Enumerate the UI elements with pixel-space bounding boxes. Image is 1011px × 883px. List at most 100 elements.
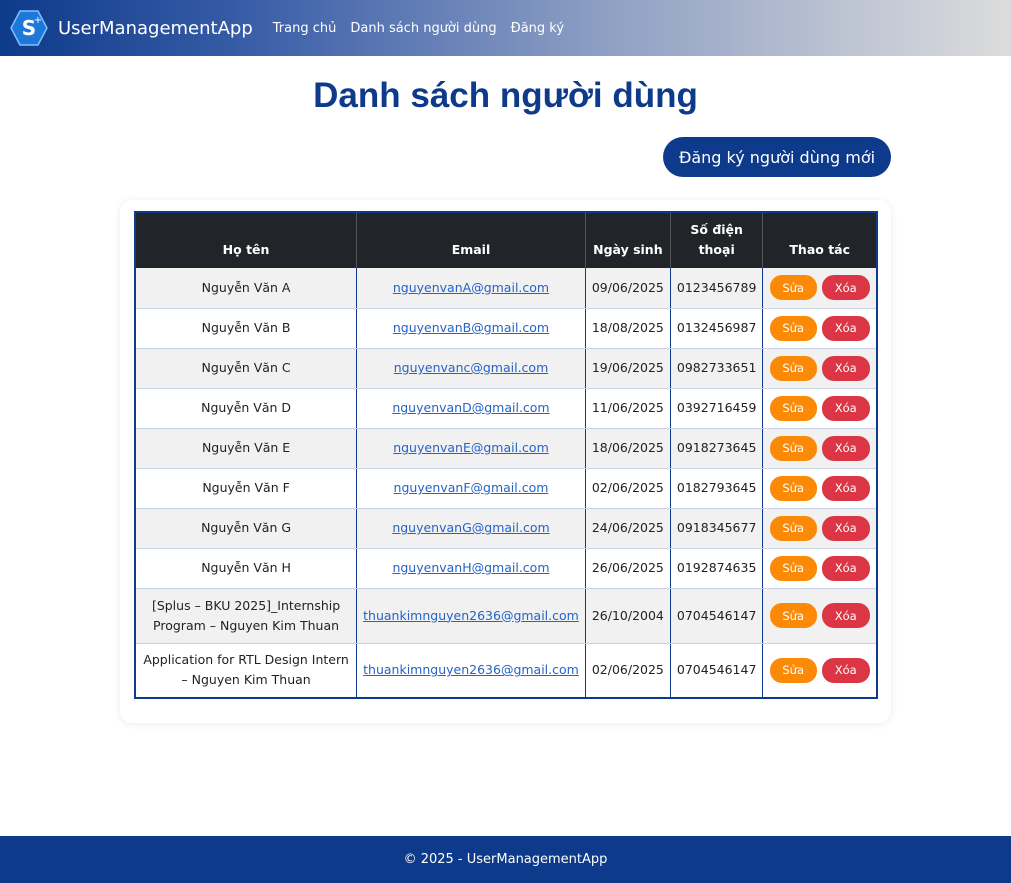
brand-name[interactable]: UserManagementApp — [58, 18, 253, 39]
user-phone-cell: 0704546147 — [670, 588, 764, 644]
actions-cell: Sửa Xóa — [762, 388, 878, 429]
edit-button[interactable]: Sửa — [769, 475, 817, 501]
user-name-cell: Nguyễn Văn E — [135, 428, 358, 469]
user-name: Nguyễn Văn G — [201, 520, 292, 535]
nav-link-home[interactable]: Trang chủ — [273, 21, 337, 36]
user-phone: 0918273645 — [676, 440, 757, 455]
user-email-link-cell: nguyenvanD@gmail.com — [356, 388, 586, 429]
header-dob: Ngày sinh — [585, 212, 671, 268]
user-phone-cell: 0123456789 — [670, 268, 764, 309]
user-email-link-cell: nguyenvanc@gmail.com — [356, 348, 586, 389]
user-email-link[interactable]: nguyenvanE@gmail.com — [393, 440, 549, 455]
actions-cell: Sửa Xóa — [762, 508, 878, 549]
delete-button[interactable]: Xóa — [821, 603, 870, 628]
user-name-cell: Nguyễn Văn C — [135, 348, 358, 389]
user-dob: 02/06/2025 — [591, 662, 664, 678]
delete-button[interactable]: Xóa — [821, 515, 870, 541]
delete-button[interactable]: Xóa — [821, 435, 870, 461]
user-name-cell: Nguyễn Văn G — [135, 508, 358, 549]
user-dob-cell: 11/06/2025 — [585, 388, 671, 429]
user-email-link[interactable]: nguyenvanB@gmail.com — [393, 320, 549, 335]
user-dob: 18/06/2025 — [591, 440, 664, 455]
user-email-link[interactable]: nguyenvanF@gmail.com — [394, 480, 549, 495]
delete-button[interactable]: Xóa — [821, 395, 870, 421]
user-phone: 0704546147 — [676, 662, 757, 678]
table-row: Nguyễn Văn D nguyenvanD@gmail.com 11/06/20… — [135, 388, 878, 429]
edit-button[interactable]: Sửa — [769, 275, 817, 301]
user-name: Nguyễn Văn C — [201, 360, 291, 375]
user-dob-cell: 09/06/2025 — [585, 268, 671, 309]
edit-button[interactable]: Sửa — [769, 315, 817, 341]
header-name: Họ tên — [135, 212, 358, 268]
user-dob: 26/10/2004 — [591, 607, 664, 623]
user-email-link[interactable]: thuankimnguyen2636@gmail.com — [363, 608, 579, 623]
delete-button[interactable]: Xóa — [821, 657, 870, 683]
edit-button[interactable]: Sửa — [769, 435, 817, 461]
register-new-user-button[interactable]: Đăng ký người dùng mới — [663, 137, 891, 177]
actions-cell: Sửa Xóa — [762, 468, 878, 509]
user-name-cell: Nguyễn Văn F — [135, 468, 358, 509]
user-email-link-cell: thuankimnguyen2636@gmail.com — [356, 588, 586, 644]
table-row: Nguyễn Văn B nguyenvanB@gmail.com 18/08/20… — [135, 308, 878, 349]
user-phone: 0132456987 — [676, 320, 757, 335]
user-email-link-cell: thuankimnguyen2636@gmail.com — [356, 643, 586, 699]
edit-button[interactable]: Sửa — [769, 395, 817, 421]
user-name: Nguyễn Văn H — [201, 560, 291, 575]
user-dob-cell: 26/10/2004 — [585, 588, 671, 644]
user-email-link[interactable]: nguyenvanc@gmail.com — [394, 360, 549, 375]
user-email-link-cell: nguyenvanF@gmail.com — [356, 468, 586, 509]
edit-button[interactable]: Sửa — [769, 355, 817, 381]
user-email-link-cell: nguyenvanH@gmail.com — [356, 548, 586, 589]
delete-button[interactable]: Xóa — [821, 315, 870, 341]
user-dob-cell: 02/06/2025 — [585, 468, 671, 509]
user-name: Nguyễn Văn B — [201, 320, 291, 335]
user-email-link[interactable]: thuankimnguyen2636@gmail.com — [363, 662, 579, 677]
user-dob: 26/06/2025 — [591, 560, 664, 575]
delete-button[interactable]: Xóa — [821, 275, 870, 301]
table-row: [Splus – BKU 2025]_Internship Program – … — [135, 588, 878, 644]
user-phone: 0982733651 — [676, 360, 757, 375]
edit-button[interactable]: Sửa — [769, 515, 817, 541]
nav-link-register[interactable]: Đăng ký — [511, 21, 564, 36]
table-row: Nguyễn Văn H nguyenvanH@gmail.com 26/06/20… — [135, 548, 878, 589]
user-name: Nguyễn Văn D — [201, 400, 292, 415]
svg-text:+: + — [34, 15, 42, 26]
user-name: Nguyễn Văn E — [201, 440, 291, 455]
user-phone-cell: 0182793645 — [670, 468, 764, 509]
user-email-link-cell: nguyenvanB@gmail.com — [356, 308, 586, 349]
user-name: Nguyễn Văn A — [201, 279, 291, 295]
edit-button[interactable]: Sửa — [769, 603, 817, 628]
user-email-link[interactable]: nguyenvanA@gmail.com — [393, 280, 549, 295]
nav-link-user-list[interactable]: Danh sách người dùng — [350, 21, 496, 36]
user-email-link[interactable]: nguyenvanH@gmail.com — [392, 560, 549, 575]
app-logo-icon[interactable]: S + — [10, 9, 48, 47]
user-name-cell: Application for RTL Design Intern – Nguy… — [135, 643, 358, 699]
user-phone-cell: 0918273645 — [670, 428, 764, 469]
actions-cell: Sửa Xóa — [762, 348, 878, 389]
delete-button[interactable]: Xóa — [821, 555, 870, 581]
user-email-link[interactable]: nguyenvanG@gmail.com — [392, 520, 549, 535]
user-name: [Splus – BKU 2025]_Internship Program – … — [151, 597, 341, 633]
user-email-link-cell: nguyenvanE@gmail.com — [356, 428, 586, 469]
delete-button[interactable]: Xóa — [821, 475, 870, 501]
user-email-link[interactable]: nguyenvanD@gmail.com — [392, 400, 549, 415]
user-dob-cell: 18/06/2025 — [585, 428, 671, 469]
actions-cell: Sửa Xóa — [762, 428, 878, 469]
user-phone: 0704546147 — [676, 607, 757, 623]
user-name: Nguyễn Văn F — [202, 480, 290, 495]
table-row: Nguyễn Văn F nguyenvanF@gmail.com 02/06/20… — [135, 468, 878, 509]
footer-text: © 2025 - UserManagementApp — [403, 852, 608, 867]
actions-cell: Sửa Xóa — [762, 643, 878, 699]
actions-cell: Sửa Xóa — [762, 268, 878, 309]
user-dob: 18/08/2025 — [591, 320, 664, 335]
user-dob-cell: 18/08/2025 — [585, 308, 671, 349]
table-row: Application for RTL Design Intern – Nguy… — [135, 643, 878, 699]
table-header-row: Họ tên Email Ngày sinh Số điện thoại Tha… — [135, 212, 878, 268]
user-table: Họ tên Email Ngày sinh Số điện thoại Tha… — [134, 211, 878, 699]
user-phone-cell: 0918345677 — [670, 508, 764, 549]
edit-button[interactable]: Sửa — [769, 657, 817, 683]
delete-button[interactable]: Xóa — [821, 355, 870, 381]
table-row: Nguyễn Văn G nguyenvanG@gmail.com 24/06/20… — [135, 508, 878, 549]
edit-button[interactable]: Sửa — [769, 555, 817, 581]
user-name-cell: [Splus – BKU 2025]_Internship Program – … — [135, 588, 358, 644]
